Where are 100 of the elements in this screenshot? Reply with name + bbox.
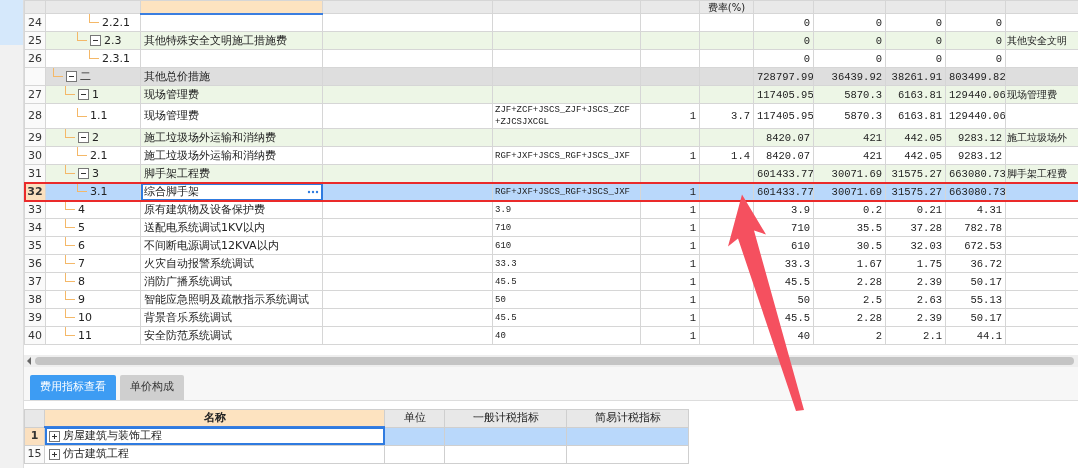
amount: 0 — [885, 49, 946, 68]
amount: 37.28 — [885, 218, 946, 237]
column-header[interactable]: 简易计税指标 — [566, 409, 689, 427]
collapse-toggle[interactable] — [66, 71, 77, 82]
column-header[interactable]: 单位 — [384, 409, 445, 427]
ellipsis-icon[interactable] — [307, 189, 319, 194]
item-name: 智能应急照明及疏散指示系统调试 — [144, 292, 309, 306]
tab[interactable]: 单价构成 — [120, 375, 184, 400]
item-code: 2.1 — [90, 147, 108, 164]
amount: 6163.81 — [885, 103, 946, 129]
formula-text: 40 — [492, 326, 641, 345]
amount: 117405.95 — [753, 103, 814, 129]
item-code: 11 — [78, 327, 92, 344]
amount: 782.78 — [945, 218, 1006, 237]
horizontal-scrollbar[interactable] — [24, 355, 1078, 367]
formula-text: 45.5 — [492, 308, 641, 327]
quantity: 1 — [640, 326, 700, 345]
amount: 0 — [753, 13, 814, 32]
item-code: 8 — [78, 273, 85, 290]
formula-text: 610 — [492, 236, 641, 255]
amount: 8420.07 — [753, 128, 814, 147]
table-row[interactable]: 32 3.1 综合脚手架 RGF+JXF+JSCS_RGF+JSCS_JXF 1 601433.77 30071.69 31575.27 663080.73 — [24, 182, 1078, 201]
item-code: 6 — [78, 237, 85, 254]
formula-text: RGF+JXF+JSCS_RGF+JSCS_JXF — [492, 146, 641, 165]
item-name: 现场管理费 — [144, 109, 199, 122]
amount: 728797.99 — [753, 67, 814, 86]
item-code: 3.1 — [90, 183, 108, 200]
formula-text: 33.3 — [492, 254, 641, 273]
amount: 5870.3 — [813, 103, 886, 129]
collapse-toggle[interactable] — [78, 132, 89, 143]
amount: 8420.07 — [753, 146, 814, 165]
amount: 672.53 — [945, 236, 1006, 255]
quantity: 1 — [640, 146, 700, 165]
amount: 2.63 — [885, 290, 946, 309]
amount: 2.1 — [885, 326, 946, 345]
column-header[interactable]: 名称 — [44, 409, 385, 427]
amount: 0 — [753, 31, 814, 50]
formula-text: RGF+JXF+JSCS_RGF+JSCS_JXF — [492, 182, 641, 201]
item-code: 1 — [92, 86, 99, 103]
item-name: 施工垃圾场外运输和消纳费 — [144, 130, 276, 144]
amount: 421 — [813, 146, 886, 165]
quantity: 1 — [640, 200, 700, 219]
item-name: 不间断电源调试12KVA以内 — [144, 238, 279, 252]
quantity: 1 — [640, 236, 700, 255]
formula-text: 45.5 — [492, 272, 641, 291]
table-row[interactable]: 28 1.1 现场管理费 ZJF+ZCF+JSCS_ZJF+JSCS_ZCF +ZJCSJXCGL 1 3.7 117405.95 5870.3 6163.81 129440.06 — [24, 103, 1078, 129]
column-header[interactable]: 费率(%) — [699, 0, 754, 14]
amount: 55.13 — [945, 290, 1006, 309]
item-name: 脚手架工程费 — [144, 166, 210, 180]
collapse-toggle[interactable] — [78, 89, 89, 100]
collapse-toggle[interactable] — [90, 35, 101, 46]
amount: 35.5 — [813, 218, 886, 237]
formula-text: ZJF+ZCF+JSCS_ZJF+JSCS_ZCF +ZJCSJXCGL — [492, 103, 641, 129]
expand-toggle[interactable] — [49, 430, 60, 442]
amount: 0 — [945, 13, 1006, 32]
item-code: 2 — [92, 129, 99, 146]
formula-text: 50 — [492, 290, 641, 309]
item-code: 5 — [78, 219, 85, 236]
amount: 2.39 — [885, 308, 946, 327]
amount: 0 — [885, 13, 946, 32]
item-name: 送配电系统调试1KV以内 — [144, 220, 265, 234]
rate: 3.7 — [699, 103, 754, 129]
amount: 50.17 — [945, 272, 1006, 291]
item-name: 火灾自动报警系统调试 — [144, 256, 254, 270]
amount: 0.21 — [885, 200, 946, 219]
item-code: 3 — [92, 165, 99, 182]
amount: 129440.06 — [945, 103, 1006, 129]
amount: 1.67 — [813, 254, 886, 273]
amount: 32.03 — [885, 236, 946, 255]
item-code: 9 — [78, 291, 85, 308]
amount: 6163.81 — [885, 85, 946, 104]
amount: 0 — [753, 49, 814, 68]
item-name: 背景音乐系统调试 — [144, 310, 232, 324]
amount: 0 — [813, 13, 886, 32]
collapse-toggle[interactable] — [78, 168, 89, 179]
category-name[interactable]: 仿古建筑工程 — [63, 445, 129, 463]
item-name: 其他特殊安全文明施工措施费 — [144, 33, 287, 47]
amount: 803499.82 — [945, 67, 1006, 86]
rate: 1.4 — [699, 146, 754, 165]
amount: 0.2 — [813, 200, 886, 219]
item-name: 安全防范系统调试 — [144, 328, 232, 342]
expand-toggle[interactable] — [49, 448, 60, 460]
item-code: 2.3 — [104, 32, 122, 49]
formula-text: 710 — [492, 218, 641, 237]
amount: 4.31 — [945, 200, 1006, 219]
amount: 1.75 — [885, 254, 946, 273]
formula-text: 3.9 — [492, 200, 641, 219]
amount: 0 — [885, 31, 946, 50]
amount: 421 — [813, 128, 886, 147]
amount: 30.5 — [813, 236, 886, 255]
item-name: 消防广播系统调试 — [144, 274, 232, 288]
amount: 0 — [813, 31, 886, 50]
item-code: 10 — [78, 309, 92, 326]
quantity: 1 — [640, 308, 700, 327]
quantity: 1 — [640, 218, 700, 237]
amount: 117405.95 — [753, 85, 814, 104]
amount: 2.28 — [813, 272, 886, 291]
column-header[interactable]: 一般计税指标 — [444, 409, 567, 427]
item-name: 综合脚手架 — [144, 184, 199, 198]
row-number: 28 — [24, 103, 46, 129]
